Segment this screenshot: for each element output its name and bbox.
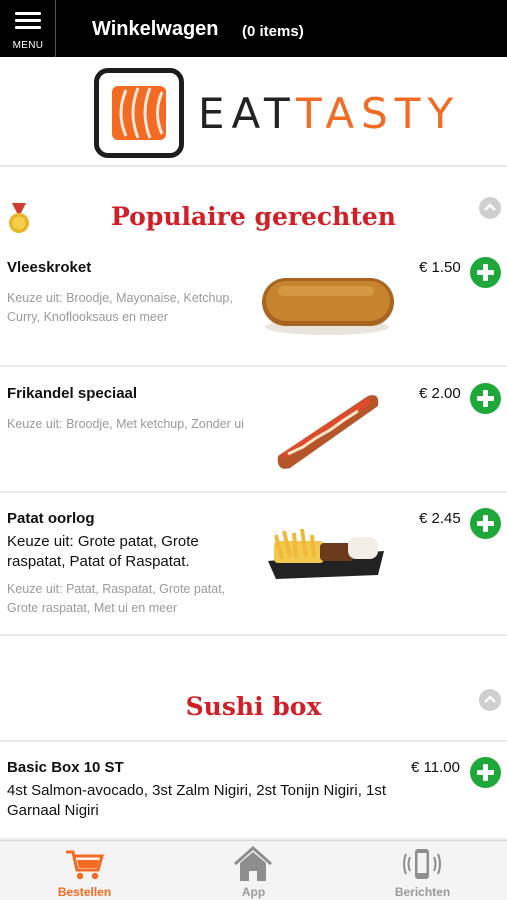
home-icon: [234, 846, 272, 881]
logo-wordmark: EATTASTY: [198, 89, 461, 138]
menu-label: MENU: [12, 40, 44, 51]
menu-item[interactable]: Frikandel speciaal Keuze uit: Broodje, M…: [0, 368, 507, 493]
section-title: Sushi box: [185, 692, 322, 721]
item-choices: Keuze uit: Broodje, Met ketchup, Zonder …: [7, 417, 244, 431]
logo-icon: [94, 68, 184, 158]
menu-item[interactable]: Basic Box 10 ST 4st Salmon-avocado, 3st …: [0, 743, 507, 840]
item-description: 4st Salmon-avocado, 3st Zalm Nigiri, 2st…: [7, 782, 387, 819]
collapse-icon[interactable]: [479, 689, 501, 711]
hamburger-icon: [15, 12, 41, 33]
tab-app[interactable]: App: [169, 841, 338, 900]
add-button[interactable]: [470, 383, 501, 414]
collapse-icon[interactable]: [479, 197, 501, 219]
phone-message-icon: [403, 849, 441, 879]
tab-bestellen[interactable]: Bestellen: [0, 841, 169, 900]
logo-banner: EATTASTY: [0, 57, 507, 167]
croquette-image: [262, 278, 394, 335]
tab-label: Berichten: [394, 885, 451, 899]
fries-image: [268, 528, 384, 579]
item-name: Vleeskroket: [7, 259, 92, 276]
tab-label: Bestellen: [57, 885, 112, 899]
section-header-populair[interactable]: Populaire gerechten: [0, 178, 507, 252]
item-price: € 2.00: [419, 385, 461, 402]
item-description: Keuze uit: Grote patat, Grote raspatat, …: [7, 533, 199, 570]
tab-label: App: [241, 885, 266, 899]
frikandel-image: [277, 395, 379, 469]
medal-icon: [9, 203, 29, 233]
menu-item[interactable]: Patat oorlog Keuze uit: Grote patat, Gro…: [0, 493, 507, 636]
item-choices: Keuze uit: Patat, Raspatat, Grote patat,…: [7, 582, 226, 615]
tab-berichten[interactable]: Berichten: [338, 841, 507, 900]
item-name: Frikandel speciaal: [7, 385, 138, 402]
item-price: € 11.00: [411, 759, 460, 776]
add-button[interactable]: [470, 508, 501, 539]
section-title: Populaire gerechten: [111, 202, 396, 231]
item-choices: Keuze uit: Broodje, Mayonaise, Ketchup, …: [7, 291, 233, 324]
item-name: Basic Box 10 ST: [7, 759, 124, 776]
menu-button[interactable]: MENU: [0, 0, 56, 57]
cart-icon: [66, 850, 104, 880]
section-header-sushi-box[interactable]: Sushi box: [0, 668, 507, 742]
add-button[interactable]: [470, 257, 501, 288]
item-price: € 2.45: [419, 510, 461, 527]
bottom-nav: Bestellen App Berichten: [0, 840, 507, 900]
menu-item[interactable]: Vleeskroket Keuze uit: Broodje, Mayonais…: [0, 242, 507, 367]
item-name: Patat oorlog: [7, 510, 95, 527]
cart-count[interactable]: (0 items): [242, 23, 304, 40]
item-price: € 1.50: [419, 259, 461, 276]
page-title[interactable]: Winkelwagen: [92, 18, 219, 41]
top-bar: MENU Winkelwagen (0 items): [0, 0, 507, 57]
add-button[interactable]: [470, 757, 501, 788]
